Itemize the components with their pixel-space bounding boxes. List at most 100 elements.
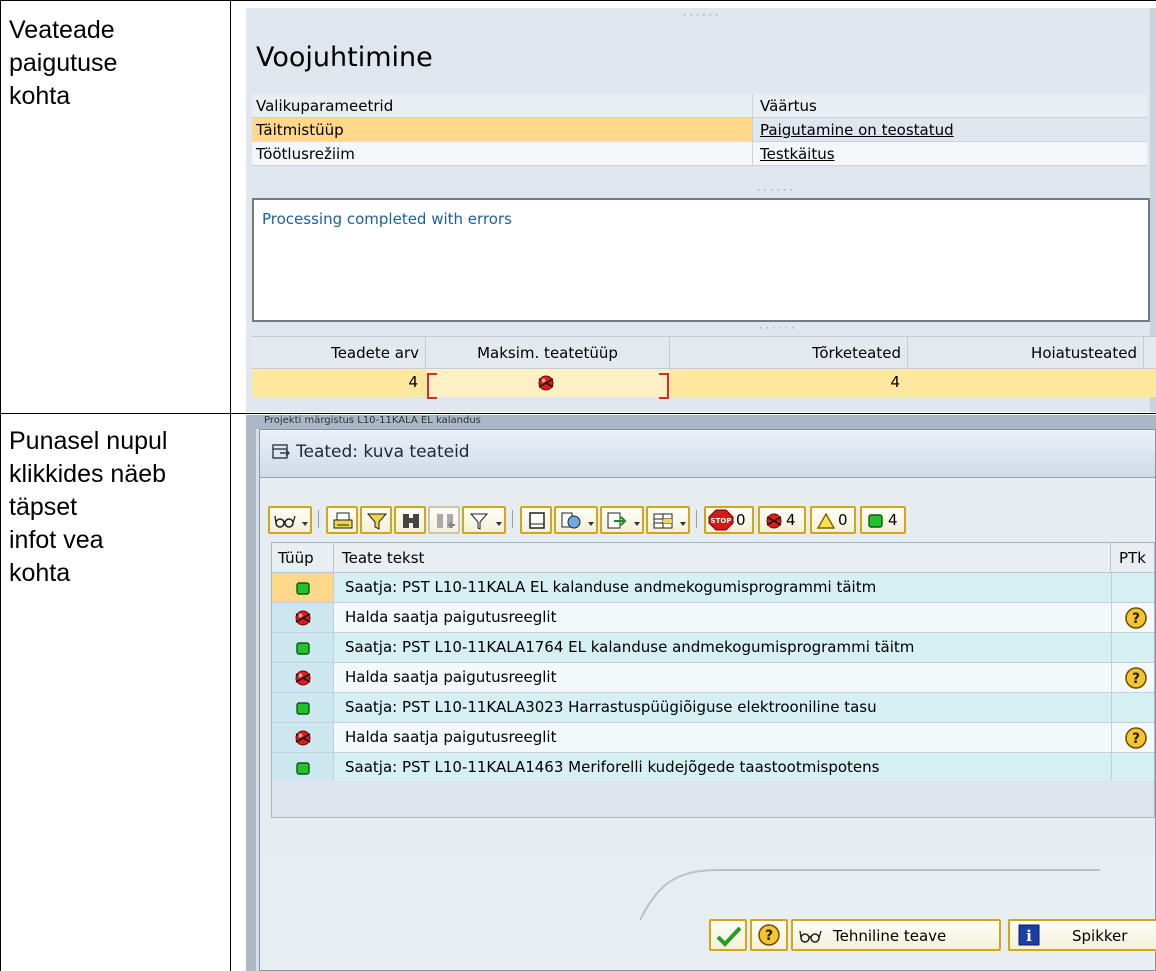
parameters-header: Valikuparameetrid Väärtus — [252, 94, 1147, 118]
set-filter-button[interactable] — [462, 506, 506, 534]
param-value-link[interactable]: Paigutamine on teostatud — [754, 118, 1147, 142]
help-button[interactable]: i Spikker — [1008, 919, 1156, 951]
table-row[interactable]: Täitmistüüp Paigutamine on teostatud — [252, 118, 1147, 142]
summary-grid: Teadete arv Maksim. teatetüüp Tõrketeate… — [252, 336, 1156, 399]
stop-count: 0 — [736, 511, 746, 529]
dropdown-arrow-icon — [680, 522, 686, 526]
success-count: 4 — [888, 511, 898, 529]
error-status-icon[interactable] — [536, 373, 556, 393]
table-column-divider — [230, 0, 231, 971]
table-row[interactable]: Saatja: PST L10-11KALA3023 Harrastuspüüg… — [272, 693, 1154, 723]
find-button[interactable] — [394, 506, 426, 534]
svg-text:?: ? — [1132, 671, 1140, 687]
messages-screen: Projekti märgistus L10-11KALA EL kalandu… — [246, 415, 1156, 971]
param-value-link[interactable]: Testkäitus — [754, 142, 1147, 166]
messages-body: Saatja: PST L10-11KALA EL kalanduse andm… — [272, 573, 1154, 813]
column-header[interactable]: Teadete arv — [252, 337, 426, 370]
table-row[interactable]: Halda saatja paigutusreeglit? — [272, 723, 1154, 753]
messages-dialog: Teated: kuva teateid STOP 0 4 0 4 Tüüp T… — [259, 429, 1156, 971]
print-icon — [333, 512, 353, 529]
dropdown-arrow-icon — [302, 522, 308, 526]
layout-button[interactable] — [554, 506, 598, 534]
table-row[interactable]: Halda saatja paigutusreeglit? — [272, 603, 1154, 633]
message-type-cell[interactable] — [272, 573, 334, 602]
ptk-cell[interactable] — [1111, 633, 1156, 662]
splitter-grip[interactable]: ······ — [758, 324, 797, 334]
svg-text:?: ? — [765, 928, 773, 944]
column-header[interactable]: Hoiatusteated — [908, 337, 1144, 370]
column-header-ptk[interactable]: PTk — [1111, 543, 1156, 573]
page-view-button[interactable] — [520, 506, 552, 534]
binoculars-icon — [403, 514, 419, 528]
table-row[interactable]: Töötlusrežiim Testkäitus — [252, 142, 1147, 166]
messages-header: Tüüp Teate tekst PTk — [272, 543, 1154, 573]
flow-control-screen: ······ Voojuhtimine Valikuparameetrid Vä… — [246, 8, 1156, 412]
export-icon — [607, 512, 627, 529]
table-row[interactable]: Saatja: PST L10-11KALA1764 EL kalanduse … — [272, 633, 1154, 663]
success-filter-button[interactable]: 4 — [860, 506, 906, 534]
ptk-cell[interactable]: ? — [1111, 723, 1156, 752]
dialog-titlebar[interactable]: Teated: kuva teateid — [260, 430, 1155, 478]
message-type-cell[interactable] — [272, 603, 334, 632]
caption-line: paigutuse — [9, 49, 118, 77]
background-strip: Projekti märgistus L10-11KALA EL kalandu… — [256, 415, 1156, 429]
message-type-cell[interactable] — [272, 633, 334, 662]
technical-info-text-button[interactable]: Tehniline teave — [791, 919, 1001, 951]
column-header[interactable]: Tõrketeated — [670, 337, 908, 370]
ptk-cell[interactable] — [1111, 573, 1156, 602]
max-message-type-cell[interactable] — [426, 369, 670, 397]
splitter-grip[interactable]: ······ — [756, 186, 795, 196]
stop-filter-button[interactable]: STOP 0 — [704, 506, 754, 534]
find-next-button[interactable] — [428, 506, 460, 534]
toolbar-separator — [318, 510, 319, 528]
error-icon — [295, 610, 311, 626]
long-text-help-icon[interactable]: ? — [1124, 726, 1148, 750]
error-icon — [295, 670, 311, 686]
table-row[interactable]: Saatja: PST L10-11KALA1463 Meriforelli k… — [272, 753, 1154, 783]
warning-filter-button[interactable]: 0 — [810, 506, 856, 534]
help-question-button[interactable]: ? — [750, 919, 788, 951]
toolbar-separator — [512, 510, 513, 528]
long-text-help-icon[interactable]: ? — [1124, 666, 1148, 690]
table-row[interactable]: Saatja: PST L10-11KALA EL kalanduse andm… — [272, 573, 1154, 603]
message-text: Saatja: PST L10-11KALA3023 Harrastuspüüg… — [345, 698, 877, 716]
confirm-button[interactable] — [709, 919, 747, 951]
error-count: 4 — [890, 373, 900, 391]
dialog-footer: ? Tehniline teave i Spikker — [260, 860, 1156, 970]
message-text: Halda saatja paigutusreeglit — [345, 608, 557, 626]
table-row[interactable]: Halda saatja paigutusreeglit? — [272, 663, 1154, 693]
print-button[interactable] — [326, 506, 358, 534]
ptk-cell[interactable] — [1111, 753, 1156, 782]
column-header-type[interactable]: Tüüp — [272, 543, 334, 573]
caption-row1: Veateade paigutuse kohta — [9, 14, 229, 113]
stop-sign-icon: STOP — [708, 509, 734, 531]
svg-text:STOP: STOP — [711, 517, 732, 525]
ptk-cell[interactable]: ? — [1111, 603, 1156, 632]
focus-bracket-left — [427, 373, 437, 399]
svg-text:i: i — [1026, 927, 1032, 945]
dropdown-arrow-icon — [634, 522, 640, 526]
change-layout-button[interactable] — [646, 506, 690, 534]
toolbar-separator — [696, 510, 697, 528]
glasses-icon — [274, 515, 296, 528]
filter-button[interactable] — [360, 506, 392, 534]
message-type-cell[interactable] — [272, 663, 334, 692]
column-header-text[interactable]: Teate tekst — [334, 543, 1111, 573]
message-type-cell[interactable] — [272, 723, 334, 752]
ptk-cell[interactable] — [1111, 693, 1156, 722]
splitter-grip[interactable]: ······ — [682, 11, 721, 21]
success-icon — [296, 582, 310, 595]
ptk-cell[interactable]: ? — [1111, 663, 1156, 692]
caption-line: klikkides näeb — [9, 460, 167, 488]
error-filter-button[interactable]: 4 — [758, 506, 806, 534]
message-type-cell[interactable] — [272, 693, 334, 722]
long-text-help-icon[interactable]: ? — [1124, 606, 1148, 630]
message-type-cell[interactable] — [272, 753, 334, 782]
technical-info-button[interactable] — [268, 506, 312, 534]
dropdown-arrow-icon — [588, 522, 594, 526]
column-header[interactable]: Maksim. teatetüüp — [426, 337, 670, 370]
grid-icon — [653, 513, 673, 529]
success-icon — [296, 762, 310, 775]
export-button[interactable] — [600, 506, 644, 534]
binoculars-next-icon — [437, 514, 455, 528]
